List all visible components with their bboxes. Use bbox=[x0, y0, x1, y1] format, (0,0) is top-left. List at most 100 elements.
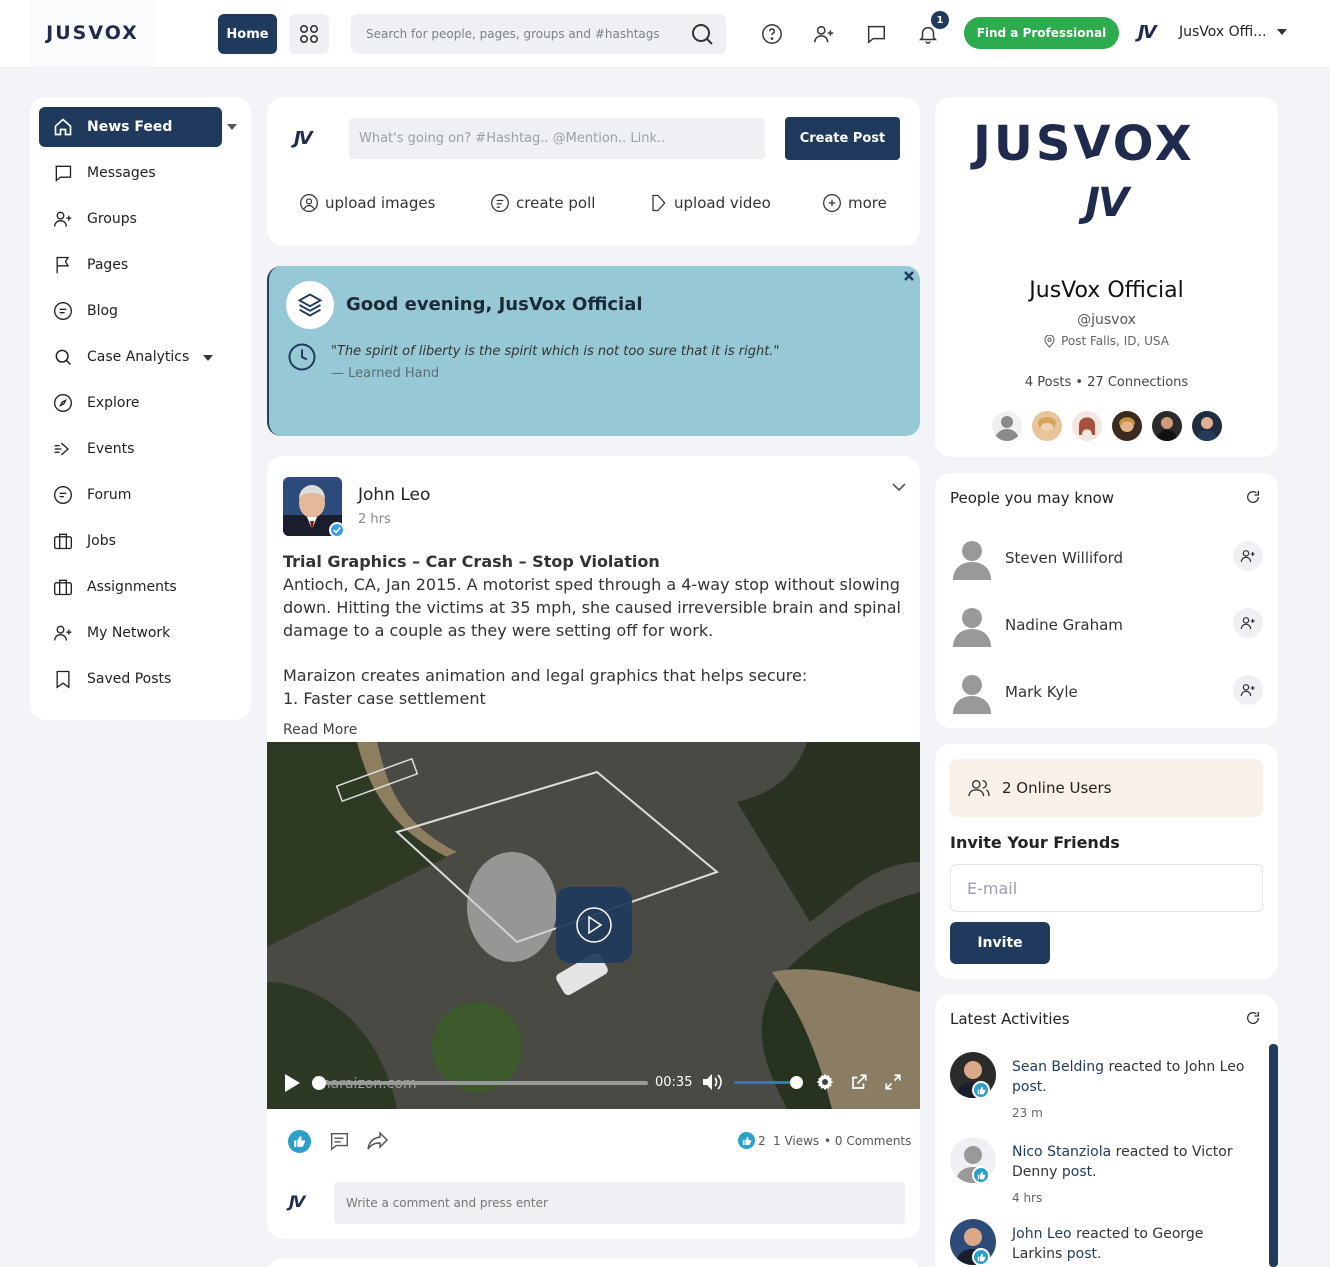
apps-grid-button[interactable] bbox=[289, 14, 329, 54]
find-professional-button[interactable]: Find a Professional bbox=[964, 17, 1119, 49]
volume-icon[interactable] bbox=[703, 1073, 723, 1091]
activities-scrollbar[interactable] bbox=[1269, 1044, 1278, 1267]
jusvox-logo[interactable]: JUSVOX bbox=[30, 0, 155, 66]
volume-slider[interactable] bbox=[734, 1081, 796, 1084]
sidebar-item-forum[interactable]: Forum bbox=[39, 475, 222, 515]
add-friend-button[interactable] bbox=[1233, 608, 1263, 638]
close-icon[interactable] bbox=[903, 270, 915, 282]
activity-actor[interactable]: Sean Belding bbox=[1012, 1059, 1104, 1075]
caret-down-icon[interactable] bbox=[203, 349, 214, 365]
connection-avatar[interactable] bbox=[1112, 411, 1142, 441]
activity-actor[interactable]: Nico Stanziola bbox=[1012, 1144, 1111, 1160]
upload-video-button[interactable]: upload video bbox=[648, 193, 771, 213]
activity-item[interactable]: Sean Belding reacted to John Leo post. 23… bbox=[1012, 1057, 1252, 1123]
message-icon bbox=[39, 163, 87, 183]
sidebar-item-label: Case Analytics bbox=[87, 349, 190, 365]
search-input[interactable]: Search for people, pages, groups and #ha… bbox=[366, 27, 660, 41]
fullscreen-icon[interactable] bbox=[884, 1073, 902, 1091]
chat-icon[interactable] bbox=[864, 22, 888, 46]
sidebar-item-explore[interactable]: Explore bbox=[39, 383, 222, 423]
settings-icon[interactable] bbox=[816, 1073, 834, 1091]
comment-icon[interactable] bbox=[328, 1130, 350, 1152]
home-button[interactable]: Home bbox=[218, 14, 277, 54]
upload-images-button[interactable]: upload images bbox=[299, 193, 435, 213]
online-users[interactable]: 2 Online Users bbox=[950, 759, 1263, 817]
play-icon[interactable] bbox=[285, 1074, 301, 1092]
composer-input[interactable]: What's going on? #Hashtag.. @Mention.. L… bbox=[349, 118, 765, 159]
suggestion-name[interactable]: Steven Williford bbox=[1005, 549, 1123, 567]
volume-knob[interactable] bbox=[790, 1076, 803, 1089]
post-author-name[interactable]: John Leo bbox=[358, 485, 430, 505]
suggestion-row[interactable]: Nadine Graham bbox=[950, 603, 1123, 647]
refresh-icon[interactable] bbox=[1245, 1010, 1261, 1026]
activity-target[interactable]: John Leo bbox=[1185, 1059, 1245, 1075]
user-menu[interactable]: JusVox Offi... bbox=[1179, 24, 1287, 40]
refresh-icon[interactable] bbox=[1245, 489, 1261, 505]
sidebar-item-news-feed[interactable]: News Feed bbox=[39, 107, 222, 147]
popout-icon[interactable] bbox=[850, 1073, 868, 1091]
suggestion-name[interactable]: Nadine Graham bbox=[1005, 616, 1123, 634]
activity-post-link[interactable]: post. bbox=[1057, 1164, 1097, 1180]
activity-post-link[interactable]: post. bbox=[1012, 1079, 1047, 1095]
email-field[interactable]: E-mail bbox=[950, 864, 1263, 912]
suggestion-row[interactable]: Mark Kyle bbox=[950, 670, 1078, 714]
image-icon bbox=[300, 194, 318, 212]
share-icon[interactable] bbox=[366, 1129, 390, 1153]
connection-avatar[interactable] bbox=[1032, 411, 1062, 441]
likes-count[interactable]: 2 bbox=[758, 1134, 766, 1148]
invite-button[interactable]: Invite bbox=[950, 922, 1050, 964]
video-progress-knob[interactable] bbox=[312, 1076, 326, 1090]
add-friend-button[interactable] bbox=[1233, 675, 1263, 705]
like-button[interactable] bbox=[288, 1130, 311, 1153]
sidebar-item-groups[interactable]: Groups bbox=[39, 199, 222, 239]
sidebar-item-label: Assignments bbox=[87, 579, 177, 595]
profile-stats[interactable]: 4 Posts • 27 Connections bbox=[935, 375, 1278, 390]
connection-avatar[interactable] bbox=[1072, 411, 1102, 441]
sidebar-item-assignments[interactable]: Assignments bbox=[39, 567, 222, 607]
add-friend-button[interactable] bbox=[1233, 541, 1263, 571]
add-user-icon[interactable] bbox=[812, 22, 836, 46]
read-more-link[interactable]: Read More bbox=[283, 722, 357, 738]
activity-item[interactable]: John Leo reacted to George Larkins post. bbox=[1012, 1224, 1252, 1267]
chevron-down-icon[interactable] bbox=[892, 482, 906, 492]
post-title: Trial Graphics – Car Crash – Stop Violat… bbox=[283, 552, 660, 571]
sidebar-item-case-analytics[interactable]: Case Analytics bbox=[39, 337, 222, 377]
sidebar-item-my-network[interactable]: My Network bbox=[39, 613, 222, 653]
search-bar[interactable]: Search for people, pages, groups and #ha… bbox=[351, 14, 726, 54]
sidebar-item-messages[interactable]: Messages bbox=[39, 153, 222, 193]
search-icon bbox=[39, 347, 87, 367]
search-icon[interactable] bbox=[690, 22, 714, 46]
sidebar-item-label: Events bbox=[87, 441, 135, 457]
sidebar-item-jobs[interactable]: Jobs bbox=[39, 521, 222, 561]
sidebar-item-label: Jobs bbox=[87, 533, 116, 549]
sidebar-item-saved-posts[interactable]: Saved Posts bbox=[39, 659, 222, 699]
sidebar-item-blog[interactable]: Blog bbox=[39, 291, 222, 331]
video-progress-track[interactable] bbox=[314, 1081, 648, 1085]
create-post-button[interactable]: Create Post bbox=[785, 117, 900, 160]
sidebar-item-events[interactable]: Events bbox=[39, 429, 222, 469]
suggestion-row[interactable]: Steven Williford bbox=[950, 536, 1123, 580]
sidebar-item-pages[interactable]: Pages bbox=[39, 245, 222, 285]
connection-avatar[interactable] bbox=[1192, 411, 1222, 441]
expand-caret-icon[interactable] bbox=[227, 124, 237, 130]
connection-avatar[interactable] bbox=[992, 411, 1022, 441]
help-icon[interactable] bbox=[760, 22, 784, 46]
suggestion-name[interactable]: Mark Kyle bbox=[1005, 683, 1078, 701]
add-user-icon bbox=[1240, 617, 1255, 630]
profile-name[interactable]: JusVox Official bbox=[935, 278, 1278, 303]
create-poll-button[interactable]: create poll bbox=[490, 193, 595, 213]
comments-count[interactable]: • 0 Comments bbox=[824, 1134, 911, 1148]
comment-input[interactable]: Write a comment and press enter bbox=[334, 1182, 905, 1224]
profile-avatar[interactable]: JV bbox=[1058, 155, 1154, 251]
activity-item[interactable]: Nico Stanziola reacted to Victor Denny p… bbox=[1012, 1142, 1252, 1208]
activity-post-link[interactable]: post. bbox=[1062, 1246, 1102, 1262]
user-avatar[interactable]: JV bbox=[1138, 22, 1157, 43]
activity-actor[interactable]: John Leo bbox=[1012, 1226, 1072, 1242]
play-overlay-button bbox=[556, 887, 632, 963]
reaction-like-icon bbox=[972, 1248, 990, 1266]
video-player[interactable]: maraizon.com 00:35 bbox=[267, 742, 920, 1109]
connection-avatar[interactable] bbox=[1152, 411, 1182, 441]
forum-icon bbox=[39, 485, 87, 505]
default-avatar-icon bbox=[953, 608, 991, 647]
more-button[interactable]: more bbox=[822, 193, 887, 213]
